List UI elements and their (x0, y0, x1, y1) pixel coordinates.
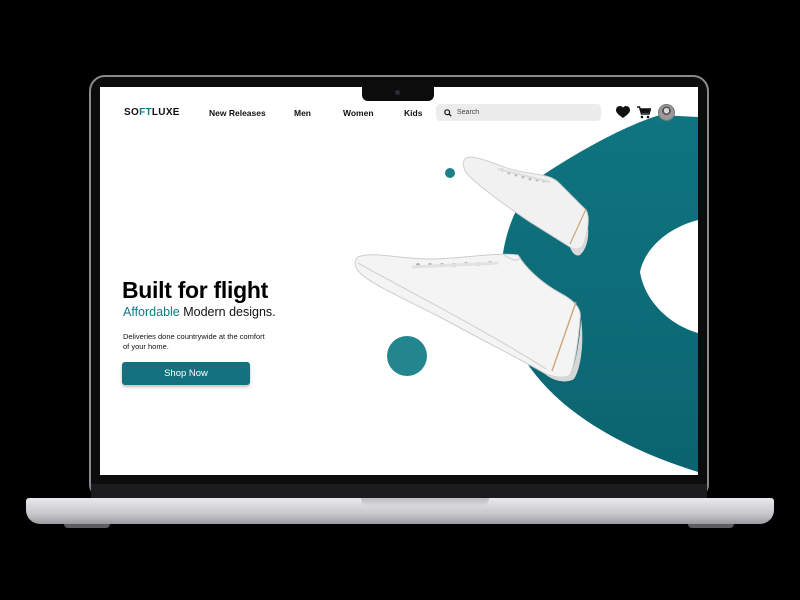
nav-link-new-releases[interactable]: New Releases (209, 108, 266, 118)
camera-notch (362, 86, 434, 101)
logo-text-suffix: LUXE (151, 107, 180, 118)
search-bar[interactable] (436, 104, 601, 121)
cart-icon[interactable] (637, 106, 651, 119)
base-opening-notch (361, 498, 489, 506)
logo-text-prefix: SO (124, 107, 140, 118)
brand-logo[interactable]: SOFTLUXE (124, 107, 180, 118)
website-screen: SOFTLUXE New Releases Men Women Kids Bui… (100, 87, 698, 475)
nav-link-kids[interactable]: Kids (404, 108, 422, 118)
sneakers-image (354, 156, 589, 382)
camera-icon (395, 90, 400, 95)
laptop-foot-left (64, 524, 110, 528)
logo-text-accent: FT (139, 107, 152, 118)
laptop-base (26, 498, 774, 524)
heart-icon[interactable] (616, 106, 630, 119)
nav-link-men[interactable]: Men (294, 108, 311, 118)
screen-bottom-bezel (91, 484, 707, 498)
search-input[interactable] (457, 109, 587, 116)
search-icon (444, 108, 452, 117)
laptop-foot-right (688, 524, 734, 528)
nav-link-women[interactable]: Women (343, 108, 374, 118)
user-avatar[interactable] (658, 104, 675, 121)
